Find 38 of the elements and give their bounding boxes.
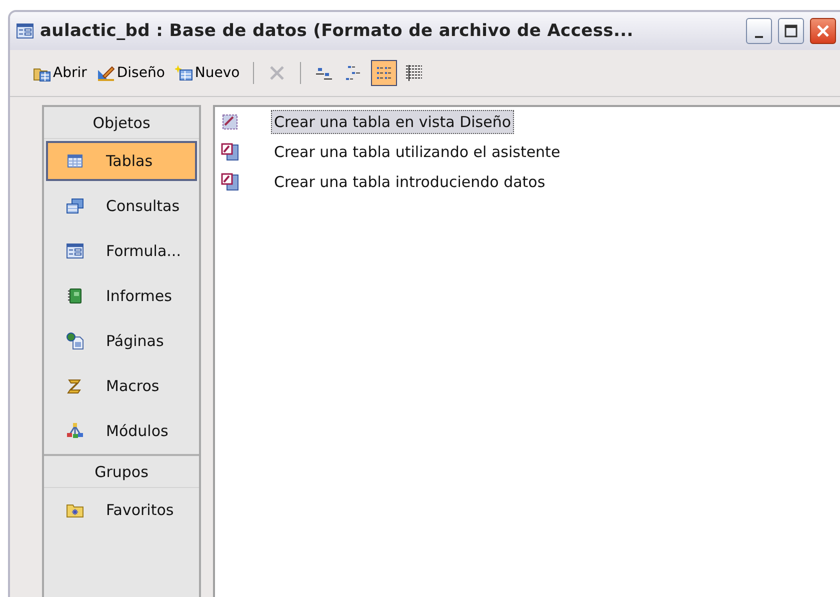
design-table-icon (221, 113, 239, 131)
web-page-icon (66, 332, 84, 350)
list-item[interactable]: Crear una tabla introduciendo datos (271, 170, 548, 194)
form-icon (16, 22, 34, 40)
small-icons-view-icon (344, 64, 363, 82)
window-title: aulactic_bd : Base de datos (Formato de archivo de Access... (40, 21, 634, 41)
toolbar-button[interactable]: Nuevo (172, 61, 243, 85)
module-icon (66, 422, 84, 440)
sidebar-item[interactable]: Macros (46, 366, 197, 406)
sidebar-item[interactable]: Páginas (46, 321, 197, 361)
sidebar-item[interactable]: Tablas (46, 141, 197, 181)
list-item[interactable]: Crear una tabla utilizando el asistente (271, 140, 564, 164)
sidebar-item[interactable]: Favoritos (46, 490, 197, 530)
toolbar-button[interactable]: Diseño (94, 61, 168, 85)
sidebar-item[interactable]: Formula... (46, 231, 197, 271)
toolbar-icon-button[interactable] (370, 60, 397, 86)
maximize-icon (784, 24, 798, 38)
ruler-pencil-icon (96, 64, 115, 82)
group-header[interactable]: Grupos (44, 456, 199, 488)
group-header[interactable]: Objetos (44, 107, 199, 139)
report-book-icon (66, 287, 84, 305)
sidebar-item[interactable]: Consultas (46, 186, 197, 226)
minimize-button[interactable] (746, 18, 772, 44)
form-icon (66, 242, 84, 260)
new-table-icon (174, 64, 193, 82)
toolbar-button[interactable]: Abrir (30, 61, 90, 85)
details-view-icon (404, 64, 423, 82)
table-icon (66, 152, 84, 170)
close-icon (815, 23, 831, 39)
close-button[interactable] (810, 18, 836, 44)
minimize-icon (755, 36, 763, 38)
list-view-icon (374, 64, 393, 82)
list-item[interactable]: Crear una tabla en vista Diseño (271, 110, 514, 134)
query-icon (66, 197, 84, 215)
delete-icon (268, 64, 286, 82)
sidebar-item[interactable]: Informes (46, 276, 197, 316)
sidebar-item[interactable]: Módulos (46, 411, 197, 451)
maximize-button[interactable] (778, 18, 804, 44)
